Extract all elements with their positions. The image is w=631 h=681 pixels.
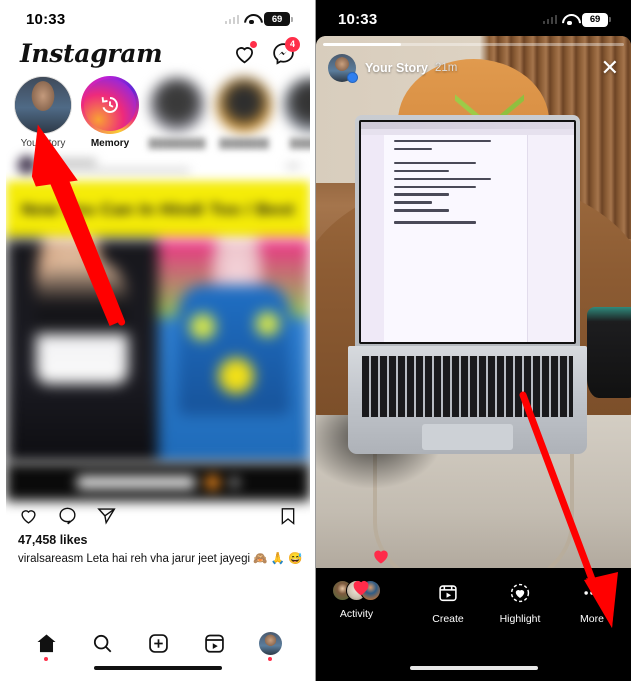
activity-label: Activity	[339, 608, 374, 620]
more-button[interactable]: More	[569, 580, 615, 625]
story-author-name: Your Story	[365, 61, 428, 75]
story-progress-bar	[323, 43, 624, 46]
avatar-icon	[258, 631, 282, 655]
story-your-story[interactable]: Your story	[14, 76, 72, 149]
left-phone-panel: 10:33 69 Instagram 4 Your story Memory █…	[0, 0, 316, 681]
comment-button[interactable]	[57, 505, 78, 531]
mug-object	[586, 307, 631, 398]
home-indicator	[409, 665, 538, 670]
story-item[interactable]: ██████	[282, 76, 310, 149]
stories-tray: Your story Memory ████████ ███████ ███	[6, 73, 310, 151]
likes-count: 47,458 likes	[18, 533, 88, 547]
notification-dot	[250, 40, 257, 48]
post-media[interactable]	[6, 239, 310, 463]
save-button[interactable]	[278, 506, 298, 531]
nav-create[interactable]	[141, 626, 175, 660]
plus-square-icon	[148, 633, 168, 653]
story-header: Your Story 21m ✕	[316, 50, 631, 86]
nav-reels[interactable]	[197, 626, 231, 660]
more-dots-icon	[581, 580, 603, 606]
status-bar-right: 10:33 69	[316, 3, 631, 36]
wifi-icon	[562, 14, 577, 25]
story-badge-icon	[347, 72, 358, 83]
messenger-badge: 4	[285, 36, 300, 52]
story-label: Memory	[90, 138, 130, 149]
heart-reaction-icon	[370, 546, 392, 566]
laptop-photo	[347, 115, 587, 455]
battery-tip-icon	[291, 16, 293, 22]
screenshot-root: 10:33 69 Instagram 4 Your story Memory █…	[0, 0, 631, 681]
messenger-icon[interactable]: 4	[271, 36, 300, 66]
memory-ring	[81, 76, 139, 134]
instagram-logo: Instagram	[20, 38, 163, 68]
battery-tip-icon	[609, 17, 611, 22]
status-bar-left: 10:33 69	[6, 5, 310, 33]
post-banner-text: Now You Can In Hindi Too / Best	[21, 200, 295, 219]
highlight-button[interactable]: Highlight	[497, 580, 543, 625]
wifi-icon	[244, 14, 259, 25]
story-timestamp: 21m	[434, 62, 458, 74]
right-phone-panel: 10:33 69 Your Story 21m ✕ Activity Creat…	[316, 0, 631, 681]
nav-search[interactable]	[85, 626, 119, 660]
story-viewer[interactable]: Your Story 21m ✕	[316, 36, 631, 601]
home-icon	[36, 633, 56, 652]
heart-icon[interactable]	[232, 40, 257, 66]
create-reel-icon	[437, 580, 459, 606]
reels-icon	[204, 634, 224, 653]
story-author-avatar[interactable]	[328, 54, 358, 83]
heart-reaction-icon	[349, 576, 373, 598]
battery-level: 69	[582, 12, 608, 27]
story-memory[interactable]: Memory	[81, 76, 139, 149]
action-label: Create	[432, 613, 464, 625]
story-item[interactable]: ███████	[215, 76, 273, 149]
post-media-caption-strip	[6, 463, 310, 501]
battery-level: 69	[264, 12, 290, 26]
post-banner: Now You Can In Hindi Too / Best	[6, 181, 310, 239]
highlight-heart-icon	[509, 580, 531, 606]
status-time: 10:33	[338, 11, 378, 28]
story-label: Your story	[20, 138, 66, 149]
signal-icon	[542, 15, 557, 24]
home-indicator	[94, 665, 222, 670]
nav-active-dot	[44, 657, 48, 661]
close-icon[interactable]: ✕	[601, 57, 619, 79]
clock-rewind-icon	[101, 97, 118, 113]
search-icon	[93, 634, 111, 652]
post-author-avatar	[16, 155, 38, 177]
nav-profile-dot	[268, 657, 272, 661]
like-button[interactable]	[18, 505, 39, 531]
instagram-header: Instagram 4	[6, 33, 310, 73]
post-options-icon[interactable]	[286, 164, 300, 168]
nav-home[interactable]	[29, 626, 63, 661]
share-button[interactable]	[96, 505, 117, 531]
story-item[interactable]: ████████	[148, 76, 206, 149]
nav-profile[interactable]	[253, 626, 287, 661]
post-header	[6, 151, 310, 181]
action-label: Highlight	[499, 613, 541, 625]
create-button[interactable]: Create	[425, 580, 471, 625]
signal-icon	[224, 14, 239, 24]
post-actions	[6, 501, 310, 535]
post-caption: viralsareasm Leta hai reh vha jarur jeet…	[18, 553, 303, 565]
action-label: More	[580, 613, 604, 625]
your-story-avatar	[14, 76, 72, 134]
status-time: 10:33	[26, 10, 66, 28]
